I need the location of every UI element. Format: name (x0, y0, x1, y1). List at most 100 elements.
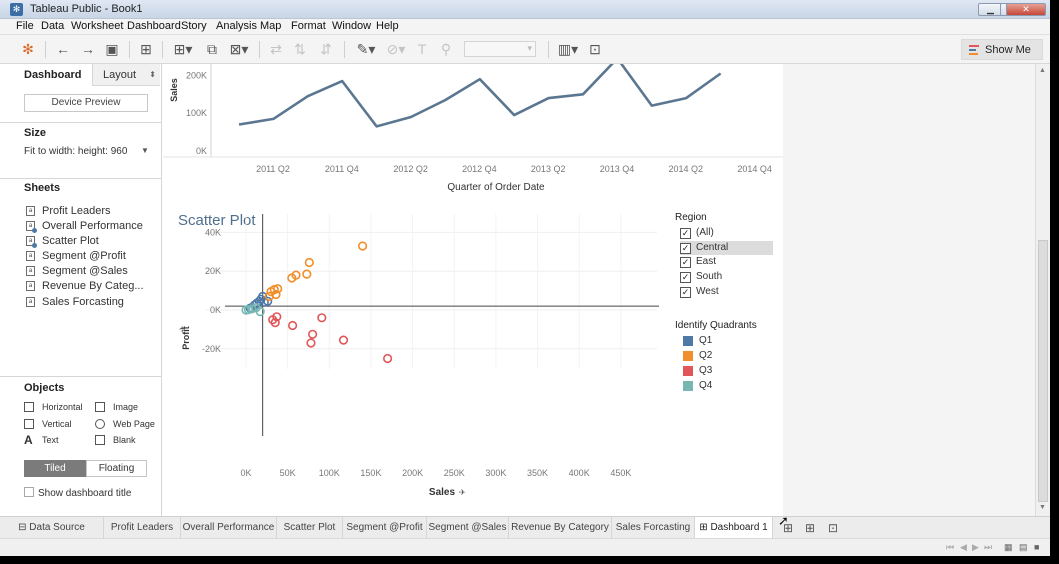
mouse-cursor-icon: ➚ (778, 513, 789, 528)
show-sheet-sorter-icon[interactable]: ▤ (1019, 542, 1028, 553)
menu-file[interactable]: File (16, 20, 34, 32)
objects-title: Objects (24, 382, 65, 394)
region-filter-item[interactable]: ✓ East (680, 255, 773, 269)
chevron-down-icon[interactable]: ▼ (141, 146, 149, 155)
scrollbar-thumb[interactable] (1038, 240, 1048, 502)
sheet-icon: a (26, 281, 35, 291)
tab-dashboard[interactable]: Dashboard (14, 64, 92, 86)
vertical-scrollbar[interactable]: ▲ ▼ (1035, 64, 1050, 516)
tab-dashboard-1[interactable]: ⊞ Dashboard 1 (695, 517, 773, 538)
line-x-axis-label: Quarter of Order Date (447, 182, 545, 193)
tab-sales-forcasting[interactable]: Sales Forcasting (612, 517, 695, 538)
save-icon[interactable]: ▣ (104, 41, 120, 57)
show-me-button[interactable]: Show Me (961, 39, 1043, 60)
scatter-y-ticks: 80K60K40K20K0K-20K (202, 227, 221, 353)
pin-icon[interactable]: ✈ (459, 488, 466, 497)
menu-window[interactable]: Window (332, 20, 371, 32)
line-x-tick-label: 2014 Q2 (669, 164, 704, 174)
scatter-x-tick-label: 400K (569, 468, 590, 478)
size-dropdown[interactable]: Fit to width: height: 960 (24, 146, 127, 157)
scroll-up-icon[interactable]: ▲ (1039, 67, 1046, 74)
scatter-plot[interactable]: 80K60K40K20K0K-20K 0K50K100K150K200K250K… (163, 214, 663, 504)
tab-data-source[interactable]: ⊟ Data Source (0, 517, 104, 538)
tab-segment-profit[interactable]: Segment @Profit (343, 517, 427, 538)
new-worksheet-icon[interactable]: ⊞▾ (172, 41, 194, 57)
highlight-icon[interactable]: ✎▾ (354, 41, 378, 57)
line-y-tick-label: 200K (186, 70, 207, 80)
new-data-source-icon[interactable]: ⊞ (138, 41, 154, 57)
menu-dashboard[interactable]: Dashboard (127, 20, 181, 32)
window-title: Tableau Public - Book1 (30, 3, 143, 15)
scatter-point[interactable] (358, 241, 368, 251)
tab-segment-sales[interactable]: Segment @Sales (427, 517, 509, 538)
region-filter-item[interactable]: ✓ South (680, 270, 773, 284)
region-filter-item[interactable]: ✓ (All) (680, 226, 773, 240)
tiled-button[interactable]: Tiled (24, 460, 86, 477)
tab-revenue-by-category[interactable]: Revenue By Category (509, 517, 612, 538)
scroll-down-icon[interactable]: ▼ (1039, 504, 1046, 511)
blank-icon (95, 435, 105, 445)
show-tabs-icon[interactable]: ■ (1034, 542, 1039, 552)
first-tab-icon[interactable]: ⏮ (946, 542, 954, 553)
scatter-points (241, 241, 393, 364)
floating-button[interactable]: Floating (86, 460, 147, 477)
region-filter-item[interactable]: ✓ Central (680, 241, 773, 255)
dashboard-pane: Dashboard Layout Device Preview Size Fit… (0, 64, 162, 516)
scatter-x-tick-label: 350K (527, 468, 548, 478)
menu-data[interactable]: Data (41, 20, 64, 32)
line-x-tick-label: 2012 Q4 (462, 164, 497, 174)
region-filter-item[interactable]: ✓ West (680, 285, 773, 299)
redo-icon[interactable]: → (80, 41, 96, 57)
device-preview-button[interactable]: Device Preview (24, 94, 148, 112)
menu-help[interactable]: Help (376, 20, 399, 32)
menu-bar: File Data Worksheet Dashboard Story Anal… (0, 19, 1050, 35)
label-icon[interactable]: T (414, 41, 430, 57)
duplicate-sheet-icon[interactable]: ⧉ (204, 41, 220, 57)
scatter-y-tick-label: 0K (210, 305, 221, 315)
scatter-x-tick-label: 100K (319, 468, 340, 478)
group-icon[interactable]: ⊘▾ (384, 41, 408, 57)
menu-story[interactable]: Story (181, 20, 207, 32)
clear-sheet-icon[interactable]: ⊠▾ (227, 41, 251, 57)
presentation-icon[interactable]: ⊡ (587, 41, 603, 57)
last-tab-icon[interactable]: ⏭ (984, 542, 992, 553)
scatter-point[interactable] (288, 320, 298, 331)
scatter-point[interactable] (338, 335, 349, 345)
show-me-icon (969, 45, 979, 55)
dashboard-icon: ⊞ (699, 522, 711, 533)
color-swatch (683, 366, 693, 376)
sort-descending-icon[interactable]: ⇵ (318, 41, 334, 57)
pin-icon[interactable]: ✈ (178, 325, 187, 332)
tab-scatter-plot[interactable]: Scatter Plot (277, 517, 343, 538)
color-swatch (683, 381, 693, 391)
scatter-x-axis-label: Sales (429, 487, 456, 498)
prev-tab-icon[interactable]: ◀ (960, 542, 967, 553)
tab-layout[interactable]: Layout (92, 64, 160, 86)
scatter-point[interactable] (308, 329, 318, 339)
show-filmstrip-icon[interactable]: ▦ (1004, 542, 1013, 553)
scatter-point[interactable] (383, 353, 393, 364)
new-story-icon[interactable]: ⊡ (828, 521, 838, 535)
menu-worksheet[interactable]: Worksheet (71, 20, 123, 32)
sort-ascending-icon[interactable]: ⇅ (292, 41, 308, 57)
new-dashboard-icon[interactable]: ⊞ (805, 521, 815, 535)
show-dashboard-title-checkbox[interactable]: Show dashboard title (24, 487, 131, 499)
next-tab-icon[interactable]: ▶ (972, 542, 979, 553)
tab-overall-performance[interactable]: Overall Performance (181, 517, 277, 538)
menu-map[interactable]: Map (260, 20, 281, 32)
tab-profit-leaders[interactable]: Profit Leaders (104, 517, 181, 538)
sales-line-chart[interactable]: Sales 200K100K0K 2011 Q2 2011 Q4 2012 Q2 20… (163, 64, 783, 199)
scatter-point[interactable] (306, 338, 316, 348)
fit-dropdown[interactable] (464, 41, 536, 57)
scatter-point[interactable] (304, 257, 314, 268)
tableau-home-icon[interactable]: ✻ (20, 41, 36, 57)
close-button[interactable]: ✕ (1006, 3, 1046, 16)
menu-analysis[interactable]: Analysis (216, 20, 257, 32)
undo-icon[interactable]: ← (55, 41, 71, 57)
scatter-point[interactable] (317, 313, 327, 323)
swap-icon[interactable]: ⇄ (268, 41, 284, 57)
menu-format[interactable]: Format (291, 20, 326, 32)
sales-line[interactable] (238, 64, 722, 128)
show-cards-icon[interactable]: ▥▾ (556, 41, 580, 57)
fix-axes-icon[interactable]: ⚲ (438, 41, 454, 57)
